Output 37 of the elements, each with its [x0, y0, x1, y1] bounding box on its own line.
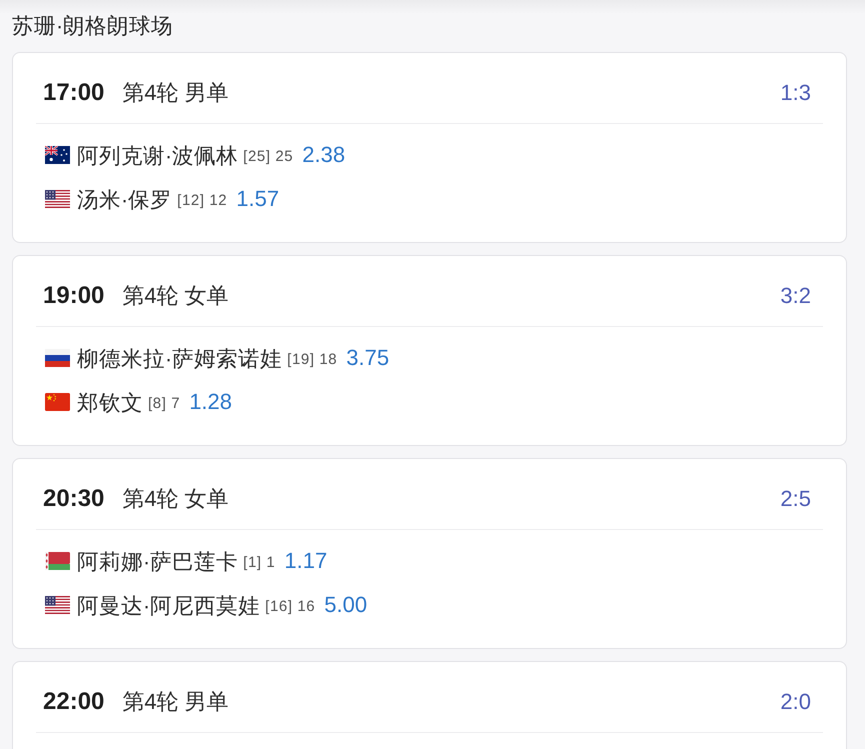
match-time: 19:00	[43, 282, 104, 310]
player-seed: [19] 18	[287, 351, 338, 368]
match-time: 17:00	[43, 79, 104, 107]
match-round: 第4轮 女单	[122, 485, 229, 513]
player-seed: [25] 25	[243, 148, 294, 165]
russia-flag-icon	[45, 349, 70, 367]
player-name: 汤米·保罗	[77, 186, 172, 214]
player-seed: [16] 16	[265, 598, 316, 615]
usa-flag-icon	[45, 190, 70, 208]
player-name: 阿曼达·阿尼西莫娃	[77, 592, 260, 620]
player-seed: [1] 1	[243, 554, 276, 571]
player-odds: 5.00	[324, 592, 368, 618]
player-odds: 1.57	[236, 186, 280, 212]
player-odds: 3.75	[346, 345, 390, 371]
match-score: 2:5	[780, 486, 811, 512]
match-score: 2:0	[780, 689, 811, 715]
match-round: 第4轮 男单	[122, 688, 229, 716]
player-name: 阿列克谢·波佩林	[77, 142, 238, 170]
match-time: 20:30	[43, 485, 104, 513]
player-name: 柳德米拉·萨姆索诺娃	[77, 346, 282, 372]
china-flag-icon	[45, 393, 70, 411]
venue-title: 苏珊·朗格朗球场	[12, 13, 174, 40]
player-seed: [8] 7	[148, 395, 180, 412]
player-odds: 2.38	[302, 142, 346, 168]
player-odds: 1.28	[189, 389, 232, 415]
player-odds: 1.17	[284, 548, 328, 574]
player-name: 阿莉娜·萨巴莲卡	[77, 548, 238, 576]
usa-flag-icon	[45, 596, 70, 614]
match-score: 1:3	[780, 80, 811, 106]
match-round: 第4轮 男单	[122, 79, 229, 107]
match-round: 第4轮 女单	[122, 282, 229, 310]
belarus-flag-icon	[45, 552, 70, 570]
player-name: 郑钦文	[77, 390, 143, 416]
australia-flag-icon	[45, 146, 70, 164]
player-seed: [12] 12	[177, 192, 228, 209]
match-time: 22:00	[43, 688, 104, 716]
match-score: 3:2	[780, 283, 811, 309]
